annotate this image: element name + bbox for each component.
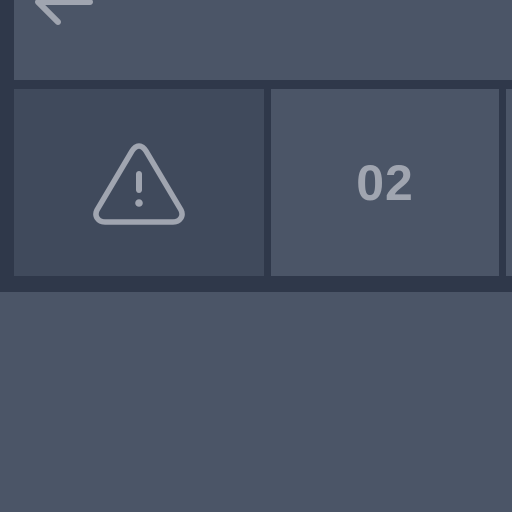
screen: 02 xyxy=(0,0,512,512)
warning-tile[interactable] xyxy=(14,89,264,276)
tile-number-label: 02 xyxy=(356,154,414,211)
arrow-left-icon xyxy=(35,0,93,25)
back-button[interactable] xyxy=(28,0,98,30)
next-tile-edge[interactable] xyxy=(506,89,512,276)
number-tile[interactable]: 02 xyxy=(271,89,499,276)
top-panel: 02 xyxy=(0,0,512,292)
warning-triangle-icon xyxy=(93,142,185,225)
